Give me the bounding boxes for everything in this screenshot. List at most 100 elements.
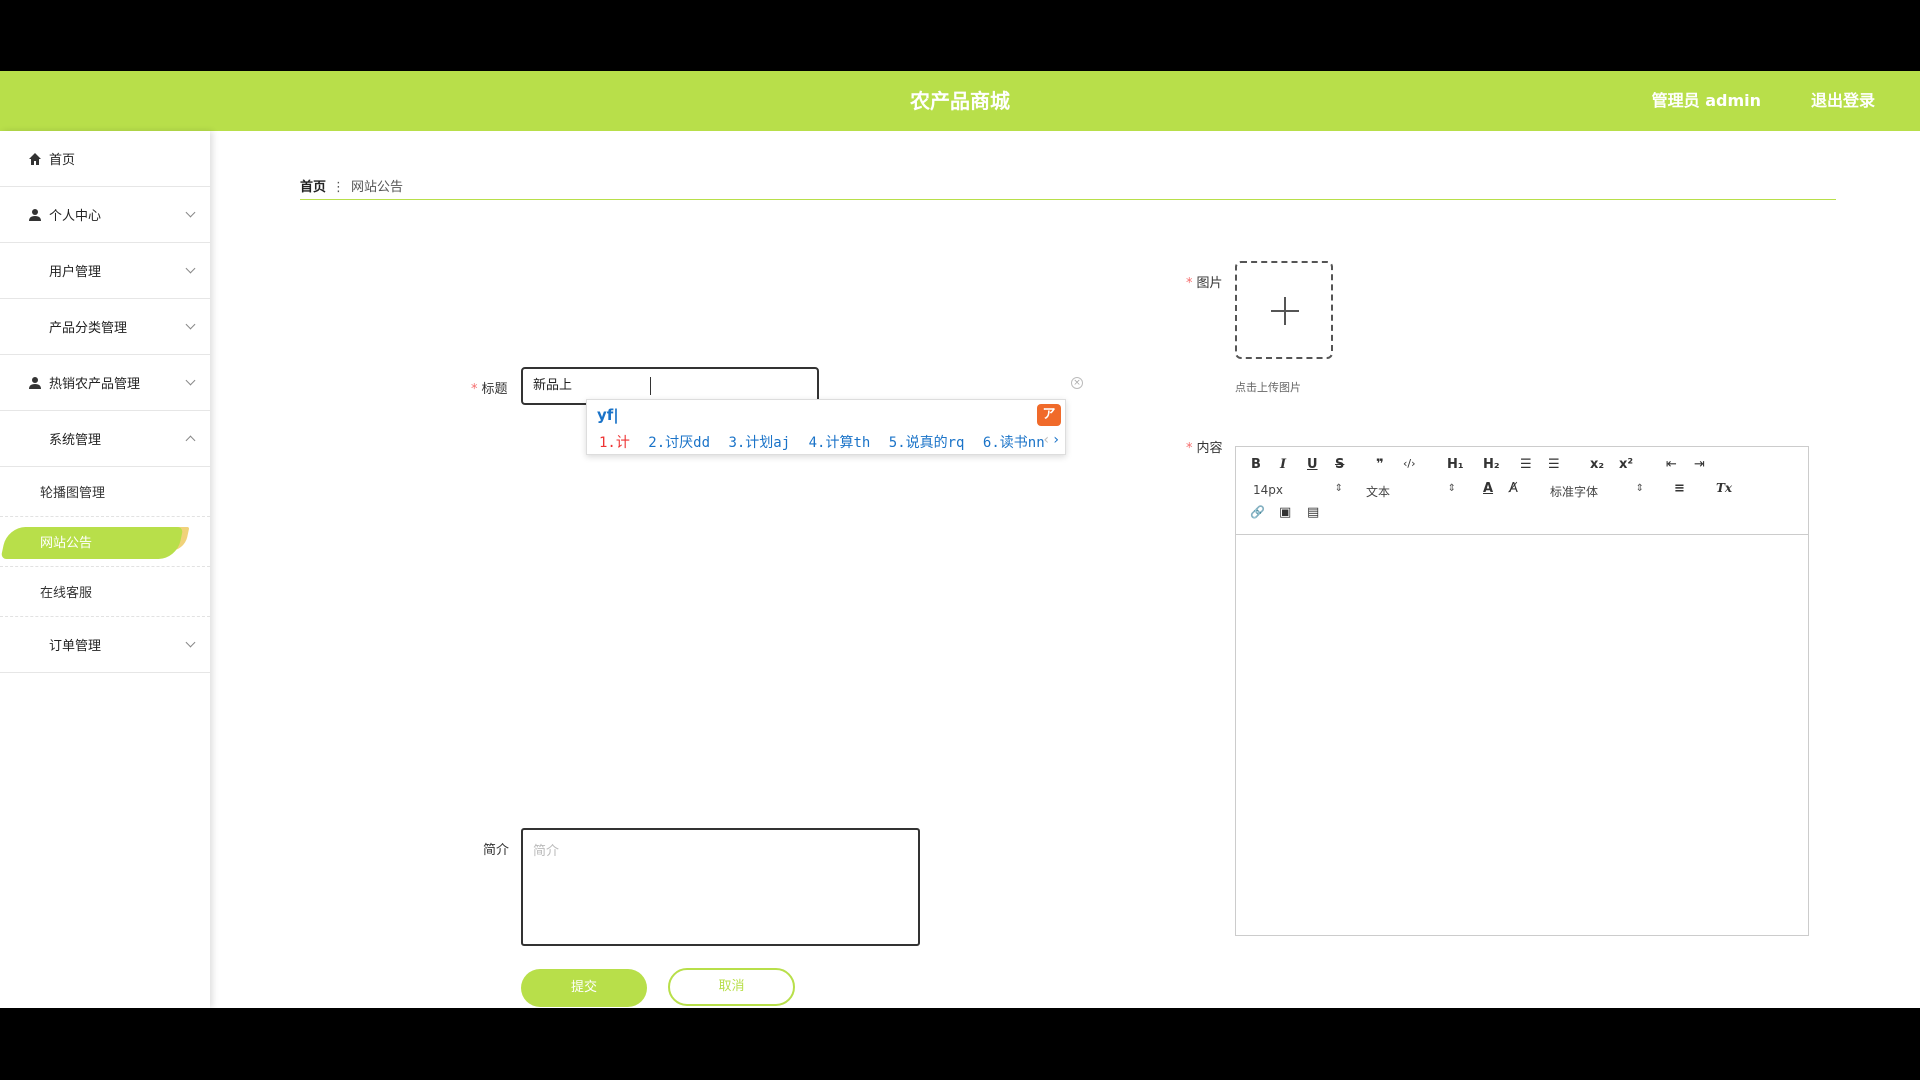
sidebar-item-label: 用户管理 [49, 265, 102, 280]
font-family-select[interactable]: 标准字体 ⇕ [1550, 483, 1644, 499]
image-label-text: 图片 [1196, 276, 1223, 291]
select-arrow-icon: ⇕ [1334, 483, 1343, 494]
align-icon[interactable]: ≡ [1674, 481, 1685, 496]
sidebar: 首页 个人中心 用户管理 产品分类管理 热销农产品管理 系统管理 轮播图管理 网… [0, 131, 210, 1008]
text-type-select[interactable]: 文本 ⇕ [1366, 483, 1456, 499]
underline-button[interactable]: U [1307, 457, 1318, 472]
title-label-text: 标题 [481, 382, 508, 397]
chevron-down-icon [185, 319, 196, 330]
sidebar-item-user-management[interactable]: 用户管理 [0, 243, 210, 299]
ordered-list-icon[interactable]: ☰ [1520, 457, 1532, 472]
strike-button[interactable]: S [1335, 457, 1344, 472]
font-size-value: 14px [1253, 483, 1283, 497]
superscript-button[interactable]: x² [1619, 457, 1633, 472]
sidebar-item-label: 产品分类管理 [49, 321, 128, 336]
breadcrumb-divider [300, 199, 1836, 200]
link-icon[interactable]: 🔗 [1250, 505, 1265, 519]
ime-candidate[interactable]: 6.读书nn [983, 435, 1045, 451]
user-icon [28, 376, 42, 390]
required-mark: * [1186, 276, 1193, 291]
ime-candidate[interactable]: 3.计划aj [728, 435, 790, 451]
code-icon[interactable]: ‹/› [1403, 457, 1416, 470]
ime-candidate[interactable]: 2.讨厌dd [648, 435, 710, 451]
admin-label: 管理员 admin [1651, 91, 1761, 110]
submit-button[interactable]: 提交 [521, 969, 647, 1007]
ime-candidates: 1.计 2.讨厌dd 3.计划aj 4.计算th 5.说真的rq 6.读书nn [599, 432, 1055, 452]
sidebar-item-system-management[interactable]: 系统管理 [0, 411, 210, 467]
select-arrow-icon: ⇕ [1447, 483, 1456, 494]
app-window: 农产品商城 管理员 admin 退出登录 首页 个人中心 用户管理 产品分类管理 [0, 71, 1920, 1008]
sidebar-subitem-online-service[interactable]: 在线客服 [0, 567, 210, 617]
breadcrumb-separator: ⋮ [332, 180, 346, 195]
chevron-down-icon [185, 263, 196, 274]
bullet-list-icon[interactable]: ☰ [1548, 457, 1560, 472]
bold-button[interactable]: B [1251, 457, 1261, 472]
chevron-down-icon [185, 637, 196, 648]
italic-button[interactable]: I [1280, 457, 1286, 472]
text-cursor-icon [648, 377, 654, 395]
ime-candidate[interactable]: 4.计算th [809, 435, 871, 451]
font-size-select[interactable]: 14px ⇕ [1253, 483, 1343, 499]
grid-icon [28, 264, 42, 278]
user-icon [28, 208, 42, 222]
breadcrumb-current: 网站公告 [351, 180, 404, 195]
video-icon[interactable]: ▤ [1307, 505, 1319, 520]
title-label: * 标题 [471, 378, 508, 397]
sidebar-item-personal-center[interactable]: 个人中心 [0, 187, 210, 243]
image-icon[interactable]: ▣ [1279, 505, 1291, 520]
sidebar-item-label: 首页 [49, 153, 76, 168]
ime-candidate[interactable]: 5.说真的rq [889, 435, 965, 451]
logout-button[interactable]: 退出登录 [1811, 71, 1875, 131]
top-header: 农产品商城 管理员 admin 退出登录 [0, 71, 1920, 131]
chevron-down-icon [185, 207, 196, 218]
sidebar-subitem-label: 网站公告 [40, 536, 93, 551]
sidebar-subitem-carousel[interactable]: 轮播图管理 [0, 467, 210, 517]
sidebar-item-label: 系统管理 [49, 433, 102, 448]
ime-prev-icon[interactable]: ‹ [1043, 432, 1049, 448]
sidebar-item-label: 订单管理 [49, 639, 102, 654]
ime-next-icon[interactable]: › [1053, 432, 1059, 448]
subscript-button[interactable]: x₂ [1590, 457, 1604, 472]
select-arrow-icon: ⇕ [1635, 483, 1644, 494]
font-color-icon[interactable]: A [1483, 481, 1493, 496]
ime-candidate-popup: yf| ア 1.计 2.讨厌dd 3.计划aj 4.计算th 5.说真的rq 6… [586, 399, 1066, 455]
upload-hint: 点击上传图片 [1235, 381, 1301, 394]
rich-text-editor: B I U S ❞ ‹/› H₁ H₂ ☰ ☰ x₂ x² ⇤ ⇥ 14px ⇕… [1235, 446, 1809, 936]
intro-textarea[interactable]: 简介 [521, 828, 920, 946]
sidebar-item-hot-products[interactable]: 热销农产品管理 [0, 355, 210, 411]
required-mark: * [1186, 441, 1193, 456]
breadcrumb-home[interactable]: 首页 [300, 180, 326, 195]
sidebar-item-label: 个人中心 [49, 209, 102, 224]
editor-content-area[interactable] [1236, 535, 1808, 935]
chevron-down-icon [185, 375, 196, 386]
ime-composition: yf| [597, 406, 619, 424]
grid-icon [28, 638, 42, 652]
h2-button[interactable]: H₂ [1483, 457, 1500, 472]
home-icon [28, 152, 42, 166]
sidebar-item-home[interactable]: 首页 [0, 131, 210, 187]
grid-icon [28, 320, 42, 334]
font-family-value: 标准字体 [1550, 485, 1599, 499]
clear-icon[interactable]: × [1071, 377, 1083, 389]
text-type-value: 文本 [1366, 485, 1391, 499]
indent-icon[interactable]: ⇥ [1694, 457, 1705, 472]
editor-toolbar: B I U S ❞ ‹/› H₁ H₂ ☰ ☰ x₂ x² ⇤ ⇥ 14px ⇕… [1236, 447, 1808, 535]
sidebar-item-label: 热销农产品管理 [49, 377, 141, 392]
image-upload-button[interactable] [1235, 261, 1333, 359]
ime-candidate[interactable]: 1.计 [599, 435, 630, 451]
outdent-icon[interactable]: ⇤ [1666, 457, 1677, 472]
sidebar-subitem-announcement[interactable]: 网站公告 [0, 517, 210, 567]
chevron-up-icon [185, 435, 196, 446]
clear-format-icon[interactable]: Tx [1716, 481, 1732, 495]
sidebar-subitem-label: 轮播图管理 [40, 486, 106, 501]
quote-icon[interactable]: ❞ [1376, 457, 1384, 472]
site-title: 农产品商城 [910, 89, 1010, 113]
cancel-button[interactable]: 取消 [668, 968, 795, 1006]
background-color-icon[interactable]: A̸ [1509, 481, 1518, 496]
h1-button[interactable]: H₁ [1447, 457, 1464, 472]
sidebar-item-category-management[interactable]: 产品分类管理 [0, 299, 210, 355]
sidebar-item-order-management[interactable]: 订单管理 [0, 617, 210, 673]
image-label: * 图片 [1186, 272, 1223, 291]
breadcrumb: 首页 ⋮ 网站公告 [300, 176, 403, 195]
intro-label: 简介 [483, 843, 510, 858]
